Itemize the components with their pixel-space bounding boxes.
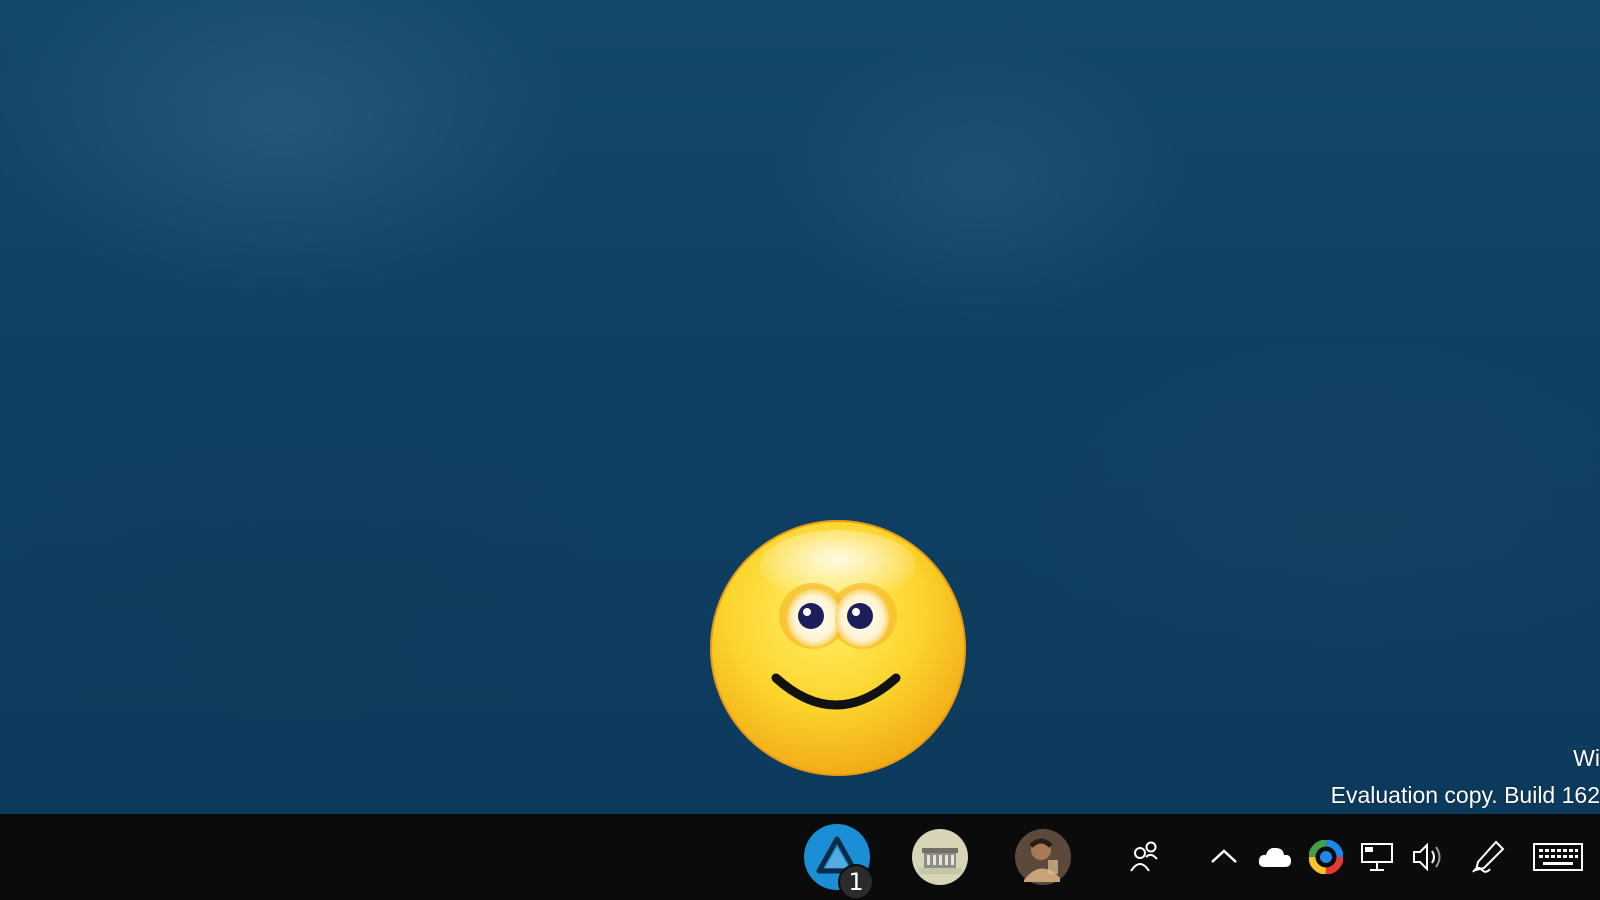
taskbar: 1: [0, 814, 1600, 900]
people-icon: [1130, 841, 1158, 872]
notification-badge: 1: [838, 864, 874, 900]
person-avatar-icon: [1015, 829, 1071, 885]
taskbar-app-person[interactable]: [998, 814, 1088, 900]
smiley-face-icon: [710, 520, 966, 776]
speaker-icon: [1413, 842, 1441, 872]
building-avatar-icon: [912, 829, 968, 885]
taskbar-app-building[interactable]: [895, 814, 985, 900]
tray-volume[interactable]: [1404, 814, 1452, 900]
watermark-line-1: Wi: [1573, 745, 1600, 771]
chevron-up-icon: [1211, 849, 1237, 863]
tray-show-hidden[interactable]: [1200, 814, 1248, 900]
watermark-line-2: Evaluation copy. Build 162: [1330, 782, 1600, 808]
cloud-icon: [1258, 847, 1291, 867]
tray-touch-keyboard[interactable]: [1528, 814, 1588, 900]
tray-pen-ink[interactable]: [1464, 814, 1512, 900]
network-icon: [1361, 843, 1393, 871]
tray-color-app[interactable]: [1302, 814, 1350, 900]
tray-people[interactable]: [1121, 814, 1169, 900]
taskbar-app-arrow[interactable]: 1: [792, 814, 882, 900]
tray-network[interactable]: [1353, 814, 1401, 900]
desktop-background: Wi Evaluation copy. Build 162: [0, 0, 1600, 814]
skype-smile-emoticon[interactable]: [708, 518, 968, 778]
tray-onedrive[interactable]: [1251, 814, 1299, 900]
color-ring-icon: [1309, 840, 1343, 874]
keyboard-icon: [1533, 843, 1583, 871]
pen-icon: [1472, 840, 1505, 873]
